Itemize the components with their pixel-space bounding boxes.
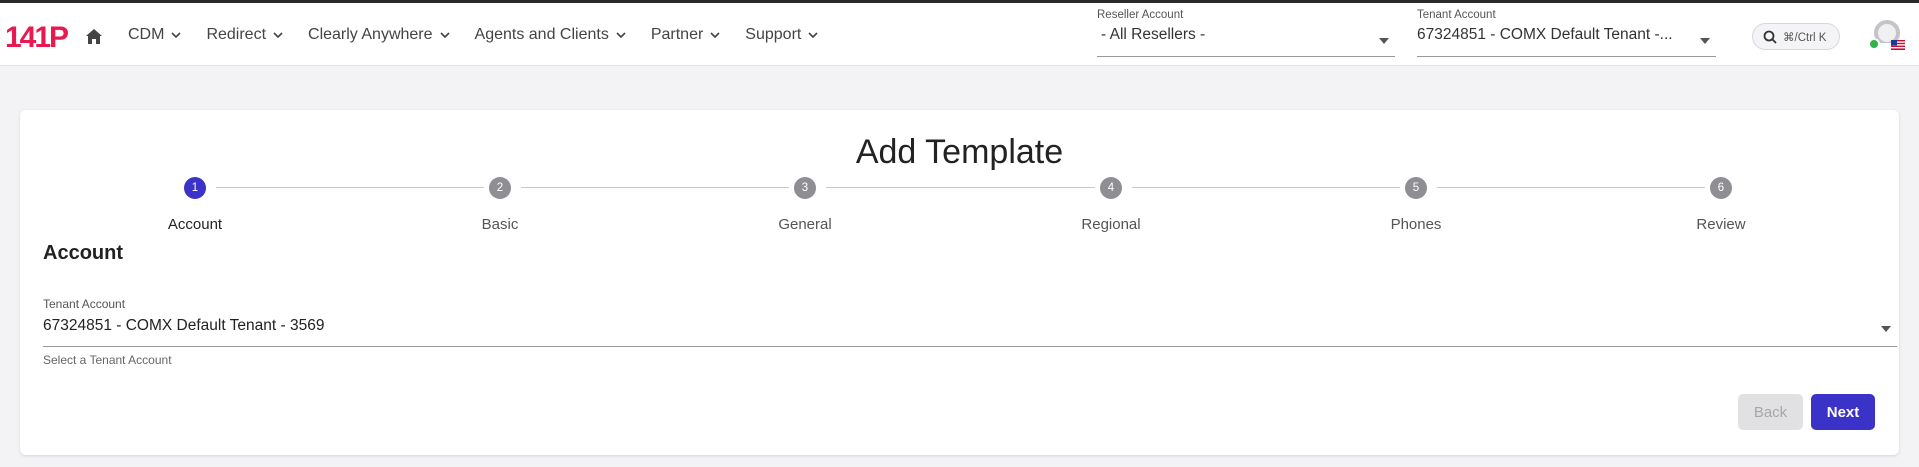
- section-title: Account: [43, 242, 123, 264]
- nav-partner[interactable]: Partner: [651, 15, 721, 55]
- stepper-connector: [521, 187, 789, 188]
- step-3-label[interactable]: General: [725, 216, 885, 233]
- chevron-down-icon: [808, 31, 818, 38]
- us-flag-icon[interactable]: [1891, 40, 1905, 50]
- add-template-card: Add Template 1 2 3 4 5 6 Account Basic G…: [20, 110, 1899, 455]
- search-button[interactable]: ⌘/Ctrl K: [1752, 23, 1840, 50]
- nav-agents-and-clients[interactable]: Agents and Clients: [475, 15, 627, 55]
- app-header: 141P CDM Redirect Clearly Anywhere Agent…: [0, 3, 1919, 66]
- nav-support[interactable]: Support: [745, 15, 819, 55]
- step-4-label[interactable]: Regional: [1031, 216, 1191, 233]
- step-5-circle[interactable]: 5: [1405, 177, 1427, 199]
- back-button[interactable]: Back: [1738, 394, 1803, 430]
- stepper-connector: [826, 187, 1095, 188]
- nav-label: Clearly Anywhere: [308, 25, 433, 43]
- select-underline: [1097, 56, 1395, 57]
- stepper-connector: [1437, 187, 1705, 188]
- chevron-down-icon: [439, 31, 450, 38]
- chevron-down-icon: [171, 31, 182, 38]
- search-shortcut: ⌘/Ctrl K: [1783, 31, 1827, 44]
- chevron-down-icon: [710, 31, 720, 38]
- nav-label: CDM: [128, 25, 165, 43]
- nav-label: Agents and Clients: [474, 25, 609, 43]
- nav-label: Redirect: [206, 25, 267, 43]
- nav-redirect[interactable]: Redirect: [206, 15, 284, 55]
- tenant-account-header-value: 67324851 - COMX Default Tenant -...: [1417, 26, 1673, 43]
- tenant-account-helper-text: Select a Tenant Account: [43, 353, 172, 367]
- nav-cdm[interactable]: CDM: [128, 15, 182, 55]
- reseller-account-select[interactable]: Reseller Account - All Resellers -: [1097, 9, 1395, 57]
- search-icon: [1763, 30, 1777, 44]
- nav-clearly-anywhere[interactable]: Clearly Anywhere: [308, 15, 451, 55]
- tenant-account-select[interactable]: Tenant Account 67324851 - COMX Default T…: [43, 297, 1897, 347]
- step-2-label[interactable]: Basic: [420, 216, 580, 233]
- tenant-account-header-select[interactable]: Tenant Account 67324851 - COMX Default T…: [1417, 9, 1716, 57]
- stepper-connector: [1132, 187, 1400, 188]
- select-underline: [1417, 56, 1716, 57]
- stepper-connector: [216, 187, 484, 188]
- step-5-label[interactable]: Phones: [1336, 216, 1496, 233]
- reseller-account-label: Reseller Account: [1097, 9, 1184, 21]
- reseller-account-value: - All Resellers -: [1101, 26, 1206, 43]
- dropdown-caret-icon: [1700, 38, 1710, 44]
- dropdown-caret-icon: [1881, 326, 1891, 332]
- tenant-account-header-label: Tenant Account: [1417, 9, 1496, 21]
- online-status-icon: [1868, 38, 1880, 50]
- page-title: Add Template: [855, 133, 1064, 171]
- next-button[interactable]: Next: [1811, 394, 1875, 430]
- main-nav: CDM Redirect Clearly Anywhere Agents and…: [128, 3, 843, 66]
- chevron-down-icon: [273, 31, 283, 38]
- step-1-circle[interactable]: 1: [184, 177, 206, 199]
- svg-text:141P: 141P: [5, 21, 68, 53]
- step-1-label[interactable]: Account: [115, 216, 275, 233]
- nav-label: Partner: [650, 25, 704, 43]
- brand-logo[interactable]: 141P: [5, 19, 73, 53]
- dropdown-caret-icon: [1379, 38, 1389, 44]
- step-4-circle[interactable]: 4: [1100, 177, 1122, 199]
- tenant-account-label: Tenant Account: [43, 297, 126, 311]
- step-6-label[interactable]: Review: [1641, 216, 1801, 233]
- step-6-circle[interactable]: 6: [1710, 177, 1732, 199]
- step-3-circle[interactable]: 3: [794, 177, 816, 199]
- tenant-account-value: 67324851 - COMX Default Tenant - 3569: [43, 317, 325, 334]
- home-icon[interactable]: [84, 27, 104, 47]
- select-underline: [43, 346, 1897, 347]
- step-2-circle[interactable]: 2: [489, 177, 511, 199]
- nav-label: Support: [745, 25, 802, 43]
- chevron-down-icon: [616, 31, 626, 38]
